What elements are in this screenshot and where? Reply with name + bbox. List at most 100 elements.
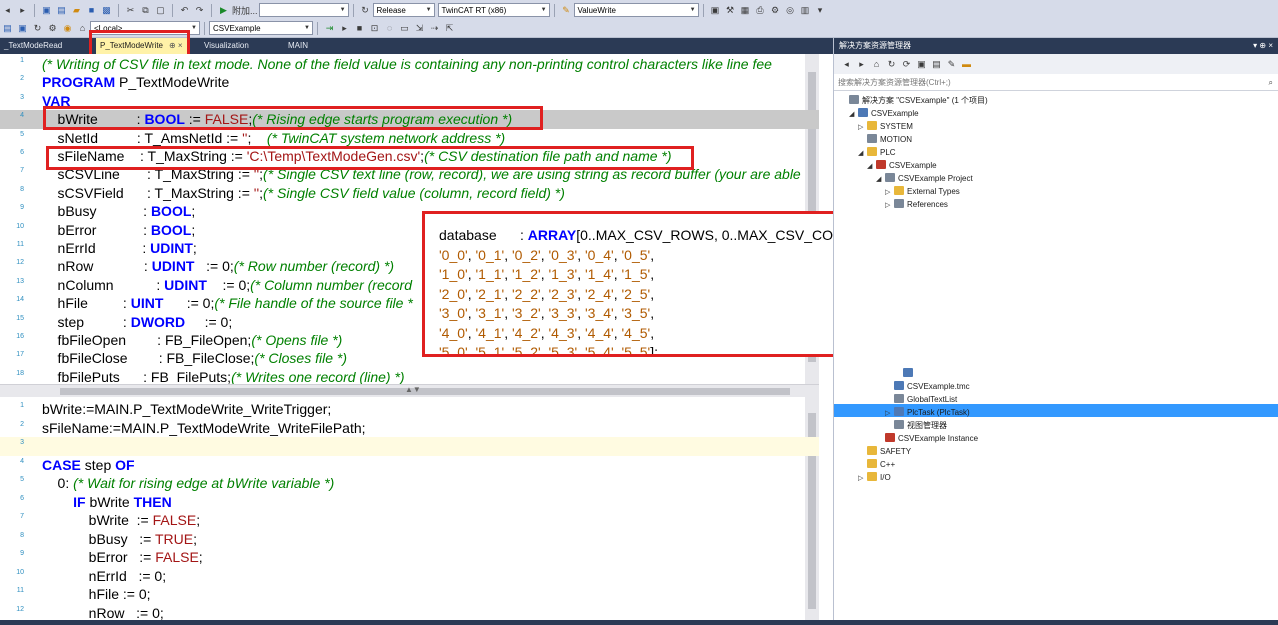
grid-icon[interactable]: ▥ bbox=[799, 3, 812, 18]
refresh-icon[interactable]: ⟳ bbox=[900, 57, 913, 72]
pin-icon[interactable]: ▾ ⊕ × bbox=[1253, 38, 1273, 54]
tree-item[interactable]: C++ bbox=[858, 458, 895, 471]
code-line[interactable]: 5 0: (* Wait for rising edge at bWrite v… bbox=[0, 474, 819, 493]
window-icon[interactable]: ▣ bbox=[709, 3, 722, 18]
cut-icon[interactable]: ✂ bbox=[124, 3, 137, 18]
step-over-icon[interactable]: ⇢ bbox=[428, 21, 441, 36]
code-line[interactable]: 1 bWrite:=MAIN.P_TextModeWrite_WriteTrigg… bbox=[0, 400, 819, 419]
tree-item[interactable]: ▷ External Types bbox=[885, 185, 960, 198]
config-mode-icon[interactable]: ⚙ bbox=[46, 21, 59, 36]
tree-item[interactable]: ▷ PlcTask (PlcTask) bbox=[885, 406, 970, 419]
breakpoint-icon[interactable]: ◌ bbox=[383, 21, 396, 36]
back-icon[interactable]: ◂ bbox=[840, 57, 853, 72]
empty-combo[interactable]: ▼ bbox=[258, 3, 349, 17]
code-line[interactable]: 7 bWrite := FALSE; bbox=[0, 511, 819, 530]
tree-item[interactable]: ◢ CSVExample bbox=[849, 107, 919, 120]
pin-icon[interactable]: ⊕ × bbox=[169, 41, 183, 50]
tree-item[interactable]: ◢ CSVExample bbox=[867, 159, 937, 172]
splitter-handle[interactable]: ▲▼ bbox=[405, 385, 421, 394]
tab-p-textmoderead[interactable]: _TextModeRead bbox=[0, 38, 66, 54]
properties-icon[interactable]: ✎ bbox=[945, 57, 958, 72]
tree-item[interactable]: ▷ SYSTEM bbox=[858, 120, 913, 133]
new-project-icon[interactable]: ▣ bbox=[40, 3, 53, 18]
code-line[interactable]: 7 sCSVLine : T_MaxString := '';(* Single… bbox=[0, 165, 819, 184]
expander-icon[interactable]: ◢ bbox=[858, 147, 867, 160]
code-line[interactable]: 6 IF bWrite THEN bbox=[0, 493, 819, 512]
code-line[interactable]: 10 nErrId := 0; bbox=[0, 567, 819, 586]
tree-item[interactable]: ◢ CSVExample Project bbox=[876, 172, 973, 185]
redo-icon[interactable]: ↷ bbox=[193, 3, 206, 18]
tree-item[interactable]: 视图管理器 bbox=[885, 419, 947, 432]
code-line[interactable]: 9 bError := FALSE; bbox=[0, 548, 819, 567]
preview-icon[interactable]: ▬ bbox=[960, 57, 973, 72]
tree-item[interactable]: ◢ PLC bbox=[858, 146, 896, 159]
print-icon[interactable]: ⎙ bbox=[754, 3, 767, 18]
paste-icon[interactable]: ▢ bbox=[154, 3, 167, 18]
expander-icon[interactable]: ▷ bbox=[858, 472, 867, 485]
step-icon[interactable]: ⊡ bbox=[368, 21, 381, 36]
plc-project-select[interactable]: CSVExample ▼ bbox=[209, 21, 313, 35]
open-folder-icon[interactable]: ▰ bbox=[70, 3, 83, 18]
save-all-icon[interactable]: ▩ bbox=[100, 3, 113, 18]
settings-icon[interactable]: ⚙ bbox=[769, 3, 782, 18]
code-line[interactable]: 4 bWrite : BOOL := FALSE;(* Rising edge … bbox=[0, 110, 819, 129]
tree-item[interactable]: SAFETY bbox=[858, 445, 911, 458]
attach-button[interactable]: 附加... bbox=[232, 3, 258, 18]
tree-item[interactable]: CSVExample.tmc bbox=[885, 380, 970, 393]
tree-item[interactable]: ▷ References bbox=[885, 198, 948, 211]
solution-search-input[interactable]: 搜索解决方案资源管理器(Ctrl+;) ⌕ bbox=[834, 75, 1278, 91]
scrollbar-thumb[interactable] bbox=[60, 388, 790, 395]
undo-icon[interactable]: ↶ bbox=[178, 3, 191, 18]
code-line[interactable]: 2 PROGRAM P_TextModeWrite bbox=[0, 73, 819, 92]
configuration-select[interactable]: Release ▼ bbox=[372, 3, 435, 17]
tab-visualization[interactable]: Visualization bbox=[200, 38, 253, 54]
home-icon[interactable]: ⌂ bbox=[870, 57, 883, 72]
watch-icon[interactable]: ▭ bbox=[398, 21, 411, 36]
code-line[interactable]: 3 VAR bbox=[0, 92, 819, 111]
code-line[interactable]: 3 bbox=[0, 437, 819, 456]
add-item-icon[interactable]: ▤ bbox=[55, 3, 68, 18]
expander-icon[interactable]: ◢ bbox=[876, 173, 885, 186]
code-line[interactable]: 5 sNetId : T_AmsNetId := ''; (* TwinCAT … bbox=[0, 129, 819, 148]
run-icon[interactable]: ▸ bbox=[338, 21, 351, 36]
stop-icon[interactable]: ■ bbox=[353, 21, 366, 36]
find-icon[interactable]: ✎ bbox=[560, 3, 573, 18]
restart-icon[interactable]: ↻ bbox=[31, 21, 44, 36]
step-out-icon[interactable]: ⇱ bbox=[443, 21, 456, 36]
tab-p-textmodewrite[interactable]: P_TextModeWrite ⊕ × bbox=[96, 38, 188, 54]
tree-item[interactable]: MOTION bbox=[858, 133, 912, 146]
expander-icon[interactable]: ▷ bbox=[885, 199, 894, 212]
forward-icon[interactable]: ▸ bbox=[855, 57, 868, 72]
implementation-editor[interactable]: 1 bWrite:=MAIN.P_TextModeWrite_WriteTrigg… bbox=[0, 397, 819, 625]
back-icon[interactable]: ◂ bbox=[1, 3, 14, 18]
tree-item[interactable]: ▷ I/O bbox=[858, 471, 891, 484]
code-line[interactable]: 18 fbFilePuts : FB_FilePuts;(* Writes on… bbox=[0, 368, 819, 384]
activate-icon[interactable]: ▣ bbox=[16, 21, 29, 36]
tools-icon[interactable]: ⚒ bbox=[724, 3, 737, 18]
tab-main[interactable]: MAIN bbox=[284, 38, 312, 54]
target-icon[interactable]: ◎ bbox=[784, 3, 797, 18]
collapse-icon[interactable]: ▣ bbox=[915, 57, 928, 72]
show-all-icon[interactable]: ▤ bbox=[930, 57, 943, 72]
twincat-icon[interactable]: ▤ bbox=[1, 21, 14, 36]
code-line[interactable]: 8 bBusy := TRUE; bbox=[0, 530, 819, 549]
forward-icon[interactable]: ▸ bbox=[16, 3, 29, 18]
tree-item[interactable]: GlobalTextList bbox=[885, 393, 957, 406]
code-line[interactable]: 4 CASE step OF bbox=[0, 456, 819, 475]
scan-icon[interactable]: ◉ bbox=[61, 21, 74, 36]
tree-item[interactable]: Visualization bbox=[894, 367, 961, 380]
expander-icon[interactable]: ◢ bbox=[867, 160, 876, 173]
save-icon[interactable]: ■ bbox=[85, 3, 98, 18]
code-line[interactable]: 6 sFileName : T_MaxString := 'C:\Temp\Te… bbox=[0, 147, 819, 166]
find-target-select[interactable]: ValueWrite ▼ bbox=[573, 3, 699, 17]
target-system-select[interactable]: <Local> ▼ bbox=[90, 21, 200, 35]
layout-icon[interactable]: ▦ bbox=[739, 3, 752, 18]
login-icon[interactable]: ⇥ bbox=[323, 21, 336, 36]
more-icon[interactable]: ▾ bbox=[814, 3, 827, 18]
code-line[interactable]: 8 sCSVField : T_MaxString := '';(* Singl… bbox=[0, 184, 819, 203]
step-into-icon[interactable]: ⇲ bbox=[413, 21, 426, 36]
toggle-icon[interactable]: ⌂ bbox=[76, 21, 89, 36]
tree-item[interactable]: 解决方案 "CSVExample" (1 个项目) bbox=[840, 94, 988, 107]
refresh-icon[interactable]: ↻ bbox=[359, 3, 372, 18]
sync-icon[interactable]: ↻ bbox=[885, 57, 898, 72]
